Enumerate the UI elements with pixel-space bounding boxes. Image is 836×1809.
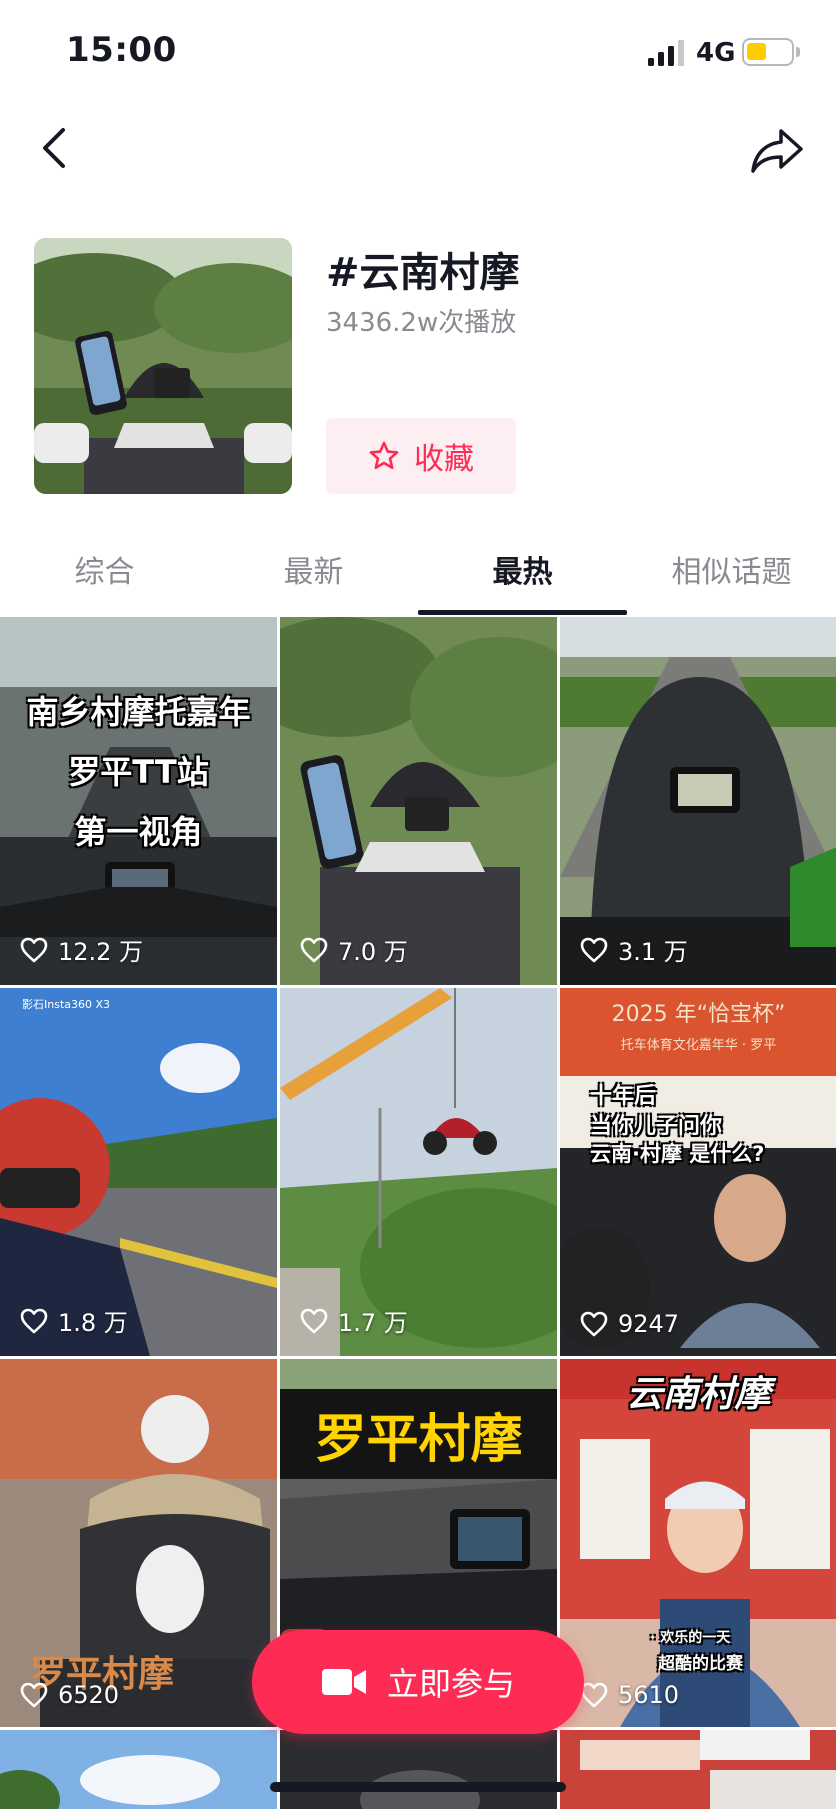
video-tile[interactable]: 3.1 万 <box>560 617 836 985</box>
heart-icon <box>580 937 608 962</box>
join-button[interactable]: 立即参与 <box>252 1630 584 1734</box>
heart-icon <box>300 937 328 962</box>
video-tile[interactable]: 罗平村摩 6520 <box>0 1359 277 1727</box>
video-tile[interactable] <box>280 1730 557 1809</box>
video-overlay-text: 罗平TT站 <box>68 753 209 791</box>
home-indicator <box>270 1782 566 1792</box>
tab-bar: 综合 最新 最热 相似话题 <box>0 540 836 616</box>
video-overlay-text: 2025 年“恰宝杯” <box>611 1002 786 1027</box>
share-button[interactable] <box>744 118 810 184</box>
video-overlay-text: 罗平村摩 <box>314 1410 523 1470</box>
like-count-value: 3.1 万 <box>618 938 688 966</box>
heart-icon <box>20 1682 48 1708</box>
like-count: 9247 <box>580 1310 679 1338</box>
heart-icon <box>580 1682 608 1708</box>
favorite-label: 收藏 <box>414 442 474 477</box>
video-overlay-text: 南乡村摩托嘉年 <box>26 693 251 731</box>
video-tile[interactable]: 南乡村摩托嘉年 罗平TT站 第一视角 12.2 万 <box>0 617 277 985</box>
video-overlay-text: 第一视角 <box>74 813 203 851</box>
video-tile[interactable]: 2025 年“恰宝杯” 托车体育文化嘉年华 · 罗平 十年后 当你儿子问你 云南… <box>560 988 836 1356</box>
video-overlay-text: 十年后 <box>590 1084 657 1109</box>
like-count: 1.8 万 <box>20 1303 128 1338</box>
topic-page: 15:00 4G #云南村摩 3436.2w次播放 收藏 综合 最新 最热 相似… <box>0 0 836 1809</box>
video-overlay-text: 云南村摩 <box>626 1374 771 1415</box>
network-type: 4G <box>696 38 736 68</box>
tab-hottest[interactable]: 最热 <box>418 540 627 616</box>
video-tile[interactable]: 影石Insta360 X3 1.8 万 <box>0 988 277 1356</box>
like-count-value: 5610 <box>618 1681 680 1709</box>
video-overlay-text: · 欢乐的一天 <box>650 1630 731 1646</box>
like-count: 7.0 万 <box>300 932 408 967</box>
tab-overall[interactable]: 综合 <box>0 540 209 616</box>
heart-icon <box>580 1311 608 1337</box>
video-overlay-text: 当你儿子问你 <box>590 1114 723 1139</box>
heart-icon <box>20 1308 48 1333</box>
star-icon <box>369 441 399 470</box>
battery-level <box>747 43 766 60</box>
join-label: 立即参与 <box>386 1665 515 1703</box>
tab-active-indicator <box>418 610 627 615</box>
like-count-value: 12.2 万 <box>58 938 144 966</box>
like-count-value: 1.8 万 <box>58 1309 128 1337</box>
video-tile[interactable]: 7.0 万 <box>280 617 557 985</box>
like-count: 1.7 万 <box>300 1303 408 1338</box>
tab-latest[interactable]: 最新 <box>209 540 418 616</box>
watermark-text: 影石Insta360 X3 <box>22 998 111 1011</box>
video-camera-icon <box>321 1669 366 1695</box>
favorite-button[interactable]: 收藏 <box>326 418 516 494</box>
like-count: 12.2 万 <box>20 932 143 967</box>
cellular-signal-icon <box>648 40 684 66</box>
back-button[interactable] <box>24 118 84 178</box>
like-count: 5610 <box>580 1681 679 1709</box>
like-count-value: 9247 <box>618 1310 680 1338</box>
like-count-value: 7.0 万 <box>338 938 408 966</box>
topic-title: #云南村摩 <box>326 250 520 296</box>
battery-cap <box>796 47 800 57</box>
like-count-value: 6520 <box>58 1681 120 1709</box>
topic-cover-image <box>34 238 292 494</box>
video-tile[interactable] <box>560 1730 836 1809</box>
share-arrow-icon <box>751 129 803 173</box>
video-tile[interactable] <box>0 1730 277 1809</box>
video-tile[interactable]: 云南村摩 · 欢乐的一天 超酷的比赛 5610 <box>560 1359 836 1727</box>
like-count: 3.1 万 <box>580 932 688 967</box>
play-count: 3436.2w次播放 <box>326 308 517 338</box>
video-overlay-text: 托车体育文化嘉年华 · 罗平 <box>620 1038 777 1053</box>
video-overlay-text: 超酷的比赛 <box>658 1654 743 1674</box>
status-bar: 15:00 4G <box>0 0 836 104</box>
heart-icon <box>300 1308 328 1333</box>
heart-icon <box>20 937 48 962</box>
like-count: 6520 <box>20 1681 119 1709</box>
chevron-left-icon <box>43 128 65 168</box>
status-time: 15:00 <box>66 30 177 70</box>
video-tile[interactable]: 1.7 万 <box>280 988 557 1356</box>
tab-similar-topics[interactable]: 相似话题 <box>627 540 836 616</box>
video-overlay-text: 云南·村摩 是什么? <box>590 1142 765 1166</box>
like-count-value: 1.7 万 <box>338 1309 408 1337</box>
battery-icon <box>742 38 794 66</box>
